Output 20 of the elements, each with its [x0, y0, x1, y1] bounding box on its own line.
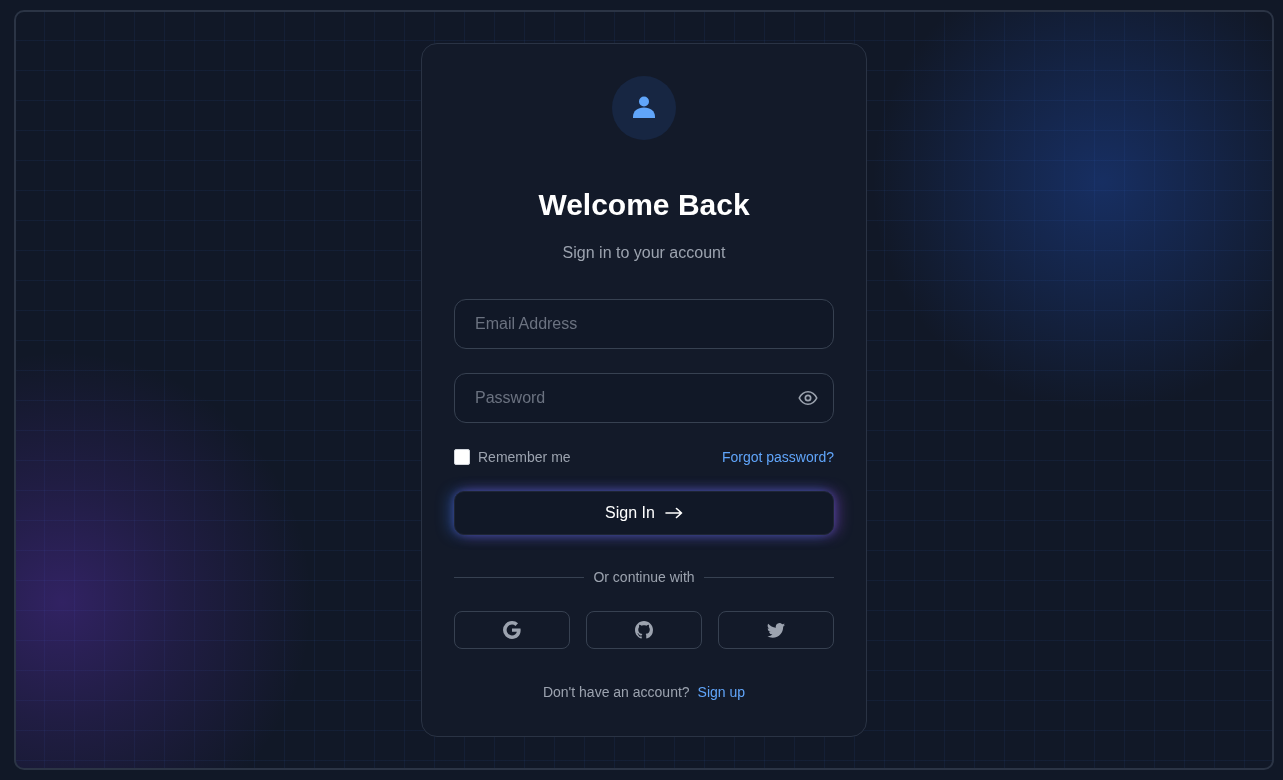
sign-up-link[interactable]: Sign up — [697, 682, 746, 702]
eye-icon[interactable] — [798, 388, 818, 408]
social-login-button[interactable] — [718, 611, 834, 649]
subtitle: Sign in to your account — [561, 243, 727, 263]
remember-checkbox[interactable] — [454, 449, 470, 465]
cat-logo-icon — [635, 621, 653, 639]
social-login-button[interactable] — [586, 611, 702, 649]
user-avatar-icon — [612, 76, 676, 140]
arrow-right-icon — [664, 507, 683, 519]
divider-text: Or continue with — [592, 568, 696, 587]
social-login-button[interactable] — [454, 611, 570, 649]
password-field[interactable]: Password — [454, 373, 834, 423]
email-field[interactable]: Email Address — [454, 299, 834, 349]
title: Welcome Back — [537, 187, 751, 223]
bird-icon — [767, 621, 785, 639]
remember-label: Remember me — [478, 448, 571, 467]
signup-prompt-text: Don't have an account? — [542, 683, 690, 702]
forgot-password-link[interactable]: Forgot password? — [721, 447, 834, 467]
sign-in-button[interactable]: Sign In — [454, 491, 834, 535]
letter-g-logo-icon — [503, 621, 521, 639]
